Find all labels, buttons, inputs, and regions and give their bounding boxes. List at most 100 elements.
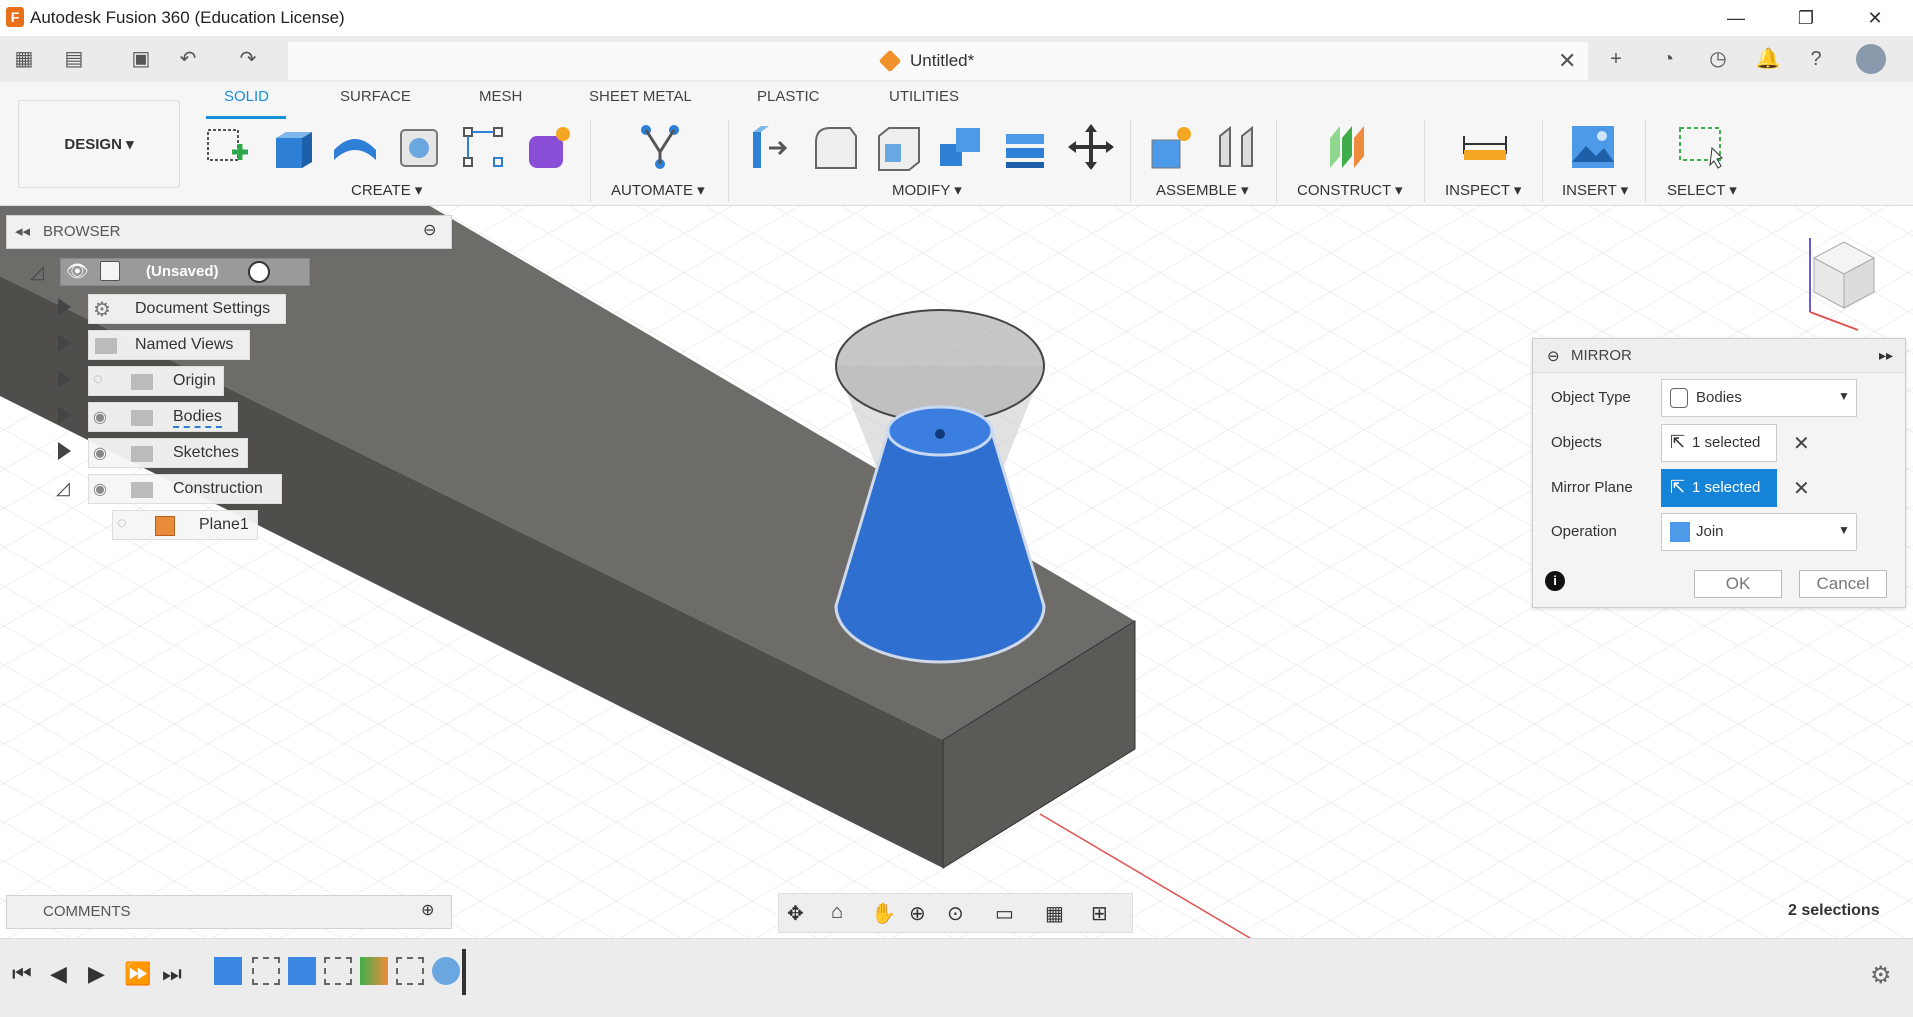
assemble-menu[interactable]: ASSEMBLE ▾: [1156, 181, 1249, 199]
notifications-icon[interactable]: 🔔: [1752, 44, 1784, 74]
add-comment-icon[interactable]: ⊕: [421, 900, 434, 920]
step-forward-icon[interactable]: ⏩: [124, 961, 151, 987]
activate-radio-icon[interactable]: [248, 261, 270, 283]
browser-toggle-icon[interactable]: ⊖: [423, 220, 436, 240]
ok-button[interactable]: OK: [1694, 570, 1782, 598]
shell-icon[interactable]: [873, 122, 923, 172]
select-icon[interactable]: [1676, 122, 1726, 172]
save-icon[interactable]: ▣: [125, 44, 157, 74]
object-type-dropdown[interactable]: Bodies ▼: [1661, 379, 1857, 417]
undo-icon[interactable]: ↶: [172, 44, 204, 74]
view-cube-icon[interactable]: [1794, 228, 1890, 338]
press-pull-icon[interactable]: [745, 122, 795, 172]
expand-triangle-icon[interactable]: [58, 442, 71, 460]
workspace-switcher[interactable]: DESIGN ▾: [18, 100, 180, 188]
viewports-icon[interactable]: ⊞: [1091, 901, 1108, 926]
operation-dropdown[interactable]: Join ▼: [1661, 513, 1857, 551]
timeline-marker[interactable]: [462, 949, 466, 995]
visibility-eye-icon[interactable]: ◉: [93, 443, 107, 463]
dialog-collapse-icon[interactable]: ⊖: [1547, 347, 1560, 365]
job-status-icon[interactable]: ◷: [1702, 44, 1734, 74]
timeline-sketch-feature[interactable]: [252, 957, 280, 985]
insert-menu[interactable]: INSERT ▾: [1562, 181, 1628, 199]
browser-item-document-settings[interactable]: ⚙ Document Settings: [88, 294, 286, 324]
clear-objects-button[interactable]: ✕: [1793, 431, 1810, 456]
info-icon[interactable]: i: [1545, 571, 1565, 591]
expand-triangle-icon[interactable]: [58, 370, 71, 388]
expand-triangle-icon[interactable]: [58, 298, 71, 316]
timeline-body-feature[interactable]: [214, 957, 242, 985]
revolve-icon[interactable]: [330, 122, 380, 172]
timeline-revolve-feature[interactable]: [432, 957, 460, 985]
collapse-browser-icon[interactable]: ◂◂: [15, 222, 30, 240]
new-component-icon[interactable]: [1146, 122, 1196, 172]
file-menu-icon[interactable]: ▤: [58, 44, 90, 74]
minimize-button[interactable]: —: [1706, 0, 1766, 36]
tab-sheet-metal[interactable]: SHEET METAL: [589, 88, 692, 105]
redo-icon[interactable]: ↷: [232, 44, 264, 74]
timeline-sketch-feature[interactable]: [324, 957, 352, 985]
avatar[interactable]: [1856, 44, 1886, 74]
dialog-expand-icon[interactable]: ▸▸: [1879, 347, 1893, 364]
tab-utilities[interactable]: UTILITIES: [889, 88, 959, 105]
browser-item-construction[interactable]: ◉ Construction: [88, 474, 282, 504]
tab-plastic[interactable]: PLASTIC: [757, 88, 820, 105]
visibility-eye-icon[interactable]: ◉: [93, 407, 107, 427]
clear-mirror-plane-button[interactable]: ✕: [1793, 476, 1810, 501]
app-grid-icon[interactable]: ▦: [8, 44, 40, 74]
close-button[interactable]: ✕: [1845, 0, 1905, 36]
play-icon[interactable]: ▶: [88, 961, 105, 987]
browser-item-named-views[interactable]: Named Views: [88, 330, 250, 360]
objects-selector[interactable]: ⇱ 1 selected: [1661, 424, 1777, 462]
go-to-end-icon[interactable]: ⏭: [162, 961, 182, 987]
browser-item-origin[interactable]: ◌ Origin: [88, 366, 224, 396]
rectangular-pattern-icon[interactable]: [458, 122, 508, 172]
expand-triangle-icon[interactable]: [58, 406, 71, 424]
help-icon[interactable]: ?: [1800, 44, 1832, 74]
sweep-icon[interactable]: [395, 122, 445, 172]
extensions-icon[interactable]: ◔: [1652, 44, 1684, 74]
grid-settings-icon[interactable]: ▦: [1045, 901, 1064, 926]
timeline-plane-feature[interactable]: [360, 957, 388, 985]
select-menu[interactable]: SELECT ▾: [1667, 181, 1737, 199]
tab-solid[interactable]: SOLID: [224, 88, 269, 105]
fillet-icon[interactable]: [810, 122, 860, 172]
measure-icon[interactable]: [1460, 122, 1510, 172]
hidden-eye-icon[interactable]: ◌: [117, 515, 127, 533]
offset-face-icon[interactable]: [1000, 122, 1050, 172]
extrude-icon[interactable]: [268, 122, 318, 172]
inspect-menu[interactable]: INSPECT ▾: [1445, 181, 1521, 199]
close-document-button[interactable]: ✕: [1558, 48, 1576, 74]
construct-menu[interactable]: CONSTRUCT ▾: [1297, 181, 1403, 199]
step-back-icon[interactable]: ◀: [50, 961, 67, 987]
mirror-plane-selector[interactable]: ⇱ 1 selected: [1661, 469, 1777, 507]
collapse-triangle-icon[interactable]: ◿: [30, 262, 44, 283]
automate-menu[interactable]: AUTOMATE ▾: [611, 181, 705, 199]
combine-icon[interactable]: [936, 122, 986, 172]
hidden-eye-icon[interactable]: ◌: [93, 371, 103, 389]
tab-mesh[interactable]: MESH: [479, 88, 522, 105]
collapse-triangle-icon[interactable]: ◿: [56, 478, 70, 499]
expand-triangle-icon[interactable]: [58, 334, 71, 352]
orbit-icon[interactable]: ✥: [787, 901, 804, 926]
restore-button[interactable]: ❐: [1776, 0, 1836, 36]
document-tab[interactable]: Untitled* ✕: [288, 42, 1588, 80]
create-sketch-icon[interactable]: [202, 122, 252, 172]
form-icon[interactable]: [523, 122, 573, 172]
browser-item-plane1[interactable]: ◌ Plane1: [112, 510, 258, 540]
go-to-start-icon[interactable]: ⏮: [12, 961, 32, 987]
display-settings-icon[interactable]: ▭: [995, 901, 1014, 926]
timeline-sketch-feature[interactable]: [396, 957, 424, 985]
modify-menu[interactable]: MODIFY ▾: [892, 181, 962, 199]
automate-icon[interactable]: [634, 122, 684, 172]
timeline-settings-gear-icon[interactable]: ⚙: [1870, 961, 1892, 990]
zoom-icon[interactable]: ⊕: [909, 901, 926, 926]
joint-icon[interactable]: [1212, 122, 1262, 172]
fit-icon[interactable]: ⊙: [947, 901, 964, 926]
tab-surface[interactable]: SURFACE: [340, 88, 411, 105]
create-menu[interactable]: CREATE ▾: [351, 181, 422, 199]
timeline-extrude-feature[interactable]: [288, 957, 316, 985]
visibility-eye-icon[interactable]: ◉: [93, 479, 107, 499]
insert-image-icon[interactable]: [1568, 122, 1618, 172]
look-at-icon[interactable]: ⌂: [831, 901, 843, 924]
